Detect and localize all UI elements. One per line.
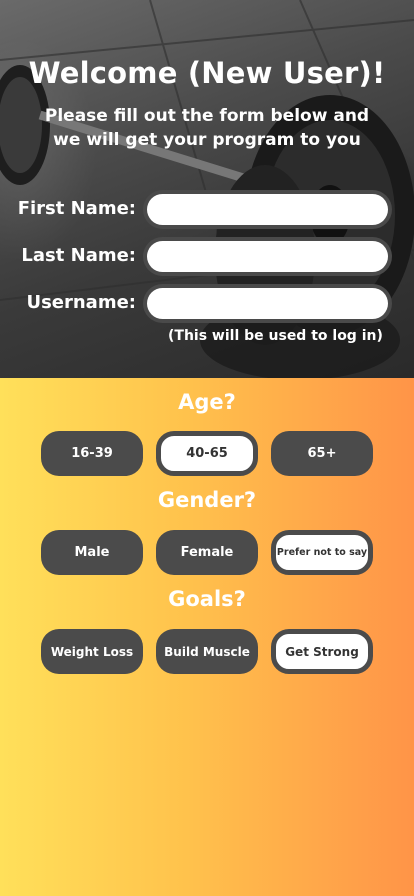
- age-option-40-65[interactable]: 40-65: [156, 431, 258, 476]
- first-name-label: First Name:: [17, 198, 136, 219]
- age-title: Age?: [178, 390, 236, 414]
- age-option-65-plus[interactable]: 65+: [271, 431, 373, 476]
- username-hint: (This will be used to log in): [168, 328, 383, 344]
- last-name-input[interactable]: [147, 241, 388, 272]
- page-subtitle: Please fill out the form below and we wi…: [30, 104, 384, 152]
- options-section: Age? 16-39 40-65 65+ Gender? Male Female…: [0, 378, 414, 896]
- subtitle-line-2: we will get your program to you: [53, 130, 361, 150]
- username-input[interactable]: [147, 288, 388, 319]
- subtitle-line-1: Please fill out the form below and: [44, 106, 370, 126]
- goals-title: Goals?: [168, 587, 246, 611]
- hero-section: Welcome (New User)! Please fill out the …: [0, 0, 414, 378]
- gender-title: Gender?: [157, 488, 257, 512]
- username-field-wrapper: [143, 284, 392, 323]
- age-option-16-39[interactable]: 16-39: [41, 431, 143, 476]
- goal-option-build-muscle[interactable]: Build Muscle: [156, 629, 258, 674]
- last-name-field-wrapper: [143, 237, 392, 276]
- last-name-label: Last Name:: [21, 245, 136, 266]
- page-title: Welcome (New User)!: [28, 56, 386, 90]
- goal-option-get-strong[interactable]: Get Strong: [271, 629, 373, 674]
- gender-option-female[interactable]: Female: [156, 530, 258, 575]
- goal-option-weight-loss[interactable]: Weight Loss: [41, 629, 143, 674]
- first-name-field-wrapper: [143, 190, 392, 229]
- gender-option-male[interactable]: Male: [41, 530, 143, 575]
- username-label: Username:: [26, 292, 136, 313]
- gender-option-prefer-not-to-say[interactable]: Prefer not to say: [271, 530, 373, 575]
- first-name-input[interactable]: [147, 194, 388, 225]
